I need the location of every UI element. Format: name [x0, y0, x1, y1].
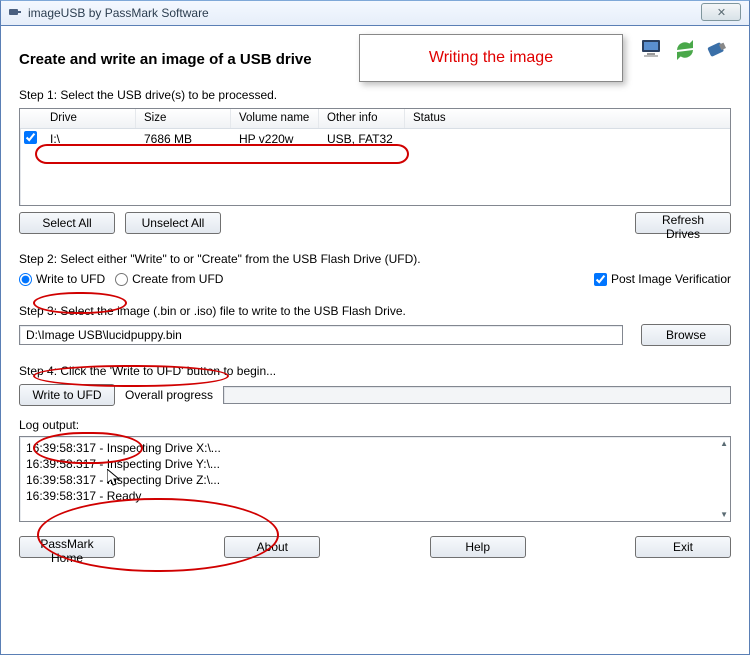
write-to-ufd-button[interactable]: Write to UFD: [19, 384, 115, 406]
annotation-callout: Writing the image: [359, 34, 623, 82]
drive-table: Drive Size Volume name Other info Status…: [19, 108, 731, 206]
verify-checkbox-input[interactable]: [594, 273, 607, 286]
cell-size: 7686 MB: [136, 131, 231, 147]
overall-progress-label: Overall progress: [125, 388, 213, 402]
unselect-all-button[interactable]: Unselect All: [125, 212, 221, 234]
col-status[interactable]: Status: [405, 109, 485, 128]
close-button[interactable]: ✕: [701, 3, 741, 21]
about-button[interactable]: About: [224, 536, 320, 558]
log-label: Log output:: [19, 418, 731, 432]
app-icon: [7, 5, 23, 21]
refresh-drives-button[interactable]: Refresh Drives: [635, 212, 731, 234]
scroll-up-icon[interactable]: ▲: [720, 439, 728, 448]
drive-checkbox[interactable]: [24, 131, 37, 144]
step2-label: Step 2: Select either "Write" to or "Cre…: [19, 252, 731, 266]
create-from-ufd-radio[interactable]: Create from UFD: [115, 272, 223, 286]
header-icons: [639, 36, 731, 64]
table-row[interactable]: I:\ 7686 MB HP v220w USB, FAT32: [20, 129, 730, 149]
col-size[interactable]: Size: [136, 109, 231, 128]
usb-drive-icon: [703, 36, 731, 64]
write-radio-input[interactable]: [19, 273, 32, 286]
scroll-down-icon[interactable]: ▼: [720, 510, 728, 519]
step4-label: Step 4: Click the 'Write to UFD' button …: [19, 364, 731, 378]
page-heading: Create and write an image of a USB drive: [19, 51, 312, 68]
browse-button[interactable]: Browse: [641, 324, 731, 346]
step1-label: Step 1: Select the USB drive(s) to be pr…: [19, 88, 731, 102]
post-image-verification-checkbox[interactable]: Post Image Verificatior: [594, 272, 731, 286]
verify-checkbox-label: Post Image Verificatior: [611, 272, 731, 286]
log-line: 16:39:58:317 - Inspecting Drive X:\...: [26, 440, 724, 456]
select-all-button[interactable]: Select All: [19, 212, 115, 234]
create-radio-label: Create from UFD: [132, 272, 223, 286]
window-title: imageUSB by PassMark Software: [28, 6, 209, 20]
log-line: 16:39:58:317 - Inspecting Drive Z:\...: [26, 472, 724, 488]
progress-bar: [223, 386, 731, 404]
table-header: Drive Size Volume name Other info Status: [20, 109, 730, 129]
write-to-ufd-radio[interactable]: Write to UFD: [19, 272, 105, 286]
refresh-arrows-icon: [671, 36, 699, 64]
log-line: 16:39:58:317 - Inspecting Drive Y:\...: [26, 456, 724, 472]
col-drive[interactable]: Drive: [42, 109, 136, 128]
computer-icon: [639, 36, 667, 64]
cell-drive: I:\: [42, 131, 136, 147]
passmark-home-button[interactable]: PassMark Home: [19, 536, 115, 558]
log-line: 16:39:58:317 - Ready...: [26, 488, 724, 504]
col-other[interactable]: Other info: [319, 109, 405, 128]
titlebar: imageUSB by PassMark Software ✕: [0, 0, 750, 26]
cell-other: USB, FAT32: [319, 131, 405, 147]
cell-volume: HP v220w: [231, 131, 319, 147]
create-radio-input[interactable]: [115, 273, 128, 286]
step3-label: Step 3: Select the image (.bin or .iso) …: [19, 304, 731, 318]
cell-status: [405, 138, 485, 140]
write-radio-label: Write to UFD: [36, 272, 105, 286]
image-path-input[interactable]: [19, 325, 623, 345]
exit-button[interactable]: Exit: [635, 536, 731, 558]
log-output[interactable]: 16:39:58:317 - Inspecting Drive X:\... 1…: [19, 436, 731, 522]
col-volume[interactable]: Volume name: [231, 109, 319, 128]
help-button[interactable]: Help: [430, 536, 526, 558]
